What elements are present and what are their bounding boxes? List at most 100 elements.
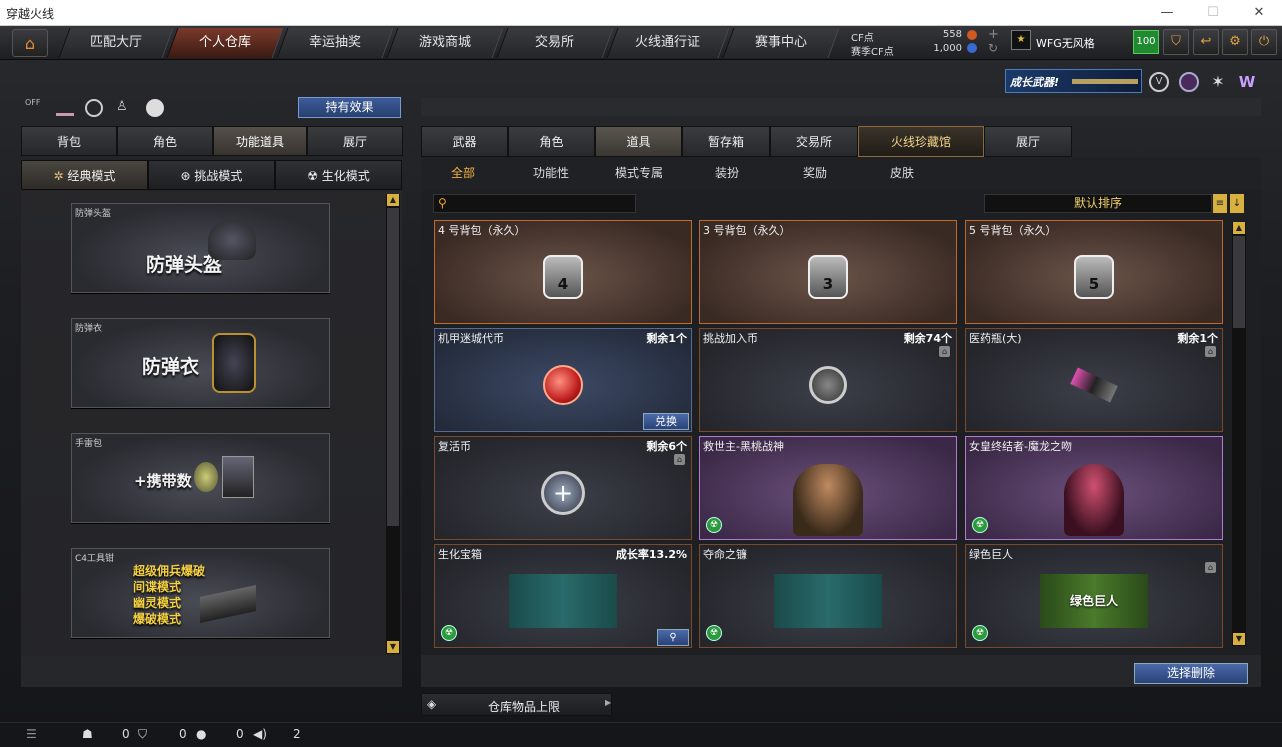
left-footer	[21, 656, 402, 687]
item-bag-3[interactable]: 3 号背包（永久） 3	[699, 220, 957, 324]
grenade-pack-card[interactable]: 手雷包 +携带数	[71, 433, 330, 523]
subtab-all[interactable]: 全部	[451, 164, 475, 182]
nav-tab-game-store[interactable]: 游戏商城	[386, 28, 504, 58]
right-tab-characters[interactable]: 角色	[508, 126, 595, 157]
nav-tab-lucky-draw[interactable]: 幸运抽奖	[276, 28, 394, 58]
friends-icon[interactable]: ☗	[82, 727, 93, 741]
minimize-button[interactable]: —	[1144, 0, 1190, 26]
list-icon[interactable]: ≡	[1213, 194, 1227, 213]
grenade-icon[interactable]	[146, 99, 164, 117]
right-tab-weapons[interactable]: 武器	[421, 126, 508, 157]
close-button[interactable]: ✕	[1236, 0, 1282, 26]
subtab-rewards[interactable]: 奖励	[803, 164, 827, 182]
holding-effects-button[interactable]: 持有效果	[298, 97, 401, 118]
left-tab-backpack[interactable]: 背包	[21, 126, 117, 156]
top-nav: ⌂ 匹配大厅 个人仓库 幸运抽奖 游戏商城 交易所 火线通行证 赛事中心 CF点…	[0, 26, 1282, 60]
season-coin-icon	[967, 43, 977, 53]
person-icon[interactable]: ♙	[116, 99, 132, 115]
subtab-mode-exclusive[interactable]: 模式专属	[615, 164, 663, 182]
add-icon[interactable]: +	[988, 27, 999, 42]
maximize-button[interactable]: ☐	[1190, 0, 1236, 26]
search-input[interactable]	[454, 196, 632, 211]
badge-v-icon[interactable]: V	[1149, 72, 1169, 92]
clan-count: 0	[179, 727, 187, 741]
off-toggle-icon[interactable]: OFF	[25, 98, 45, 118]
subtab-skins[interactable]: 皮肤	[890, 164, 914, 182]
select-delete-button[interactable]: 选择删除	[1134, 663, 1248, 684]
left-tab-functional-items[interactable]: 功能道具	[213, 126, 307, 156]
nav-tab-match-lobby[interactable]: 匹配大厅	[58, 28, 174, 58]
character-portrait-icon	[793, 464, 863, 537]
scroll-down-icon[interactable]: ▼	[387, 641, 399, 653]
item-death-scythe[interactable]: 夺命之镰 ☢	[699, 544, 957, 648]
item-empress-terminator[interactable]: 女皇终结者-魔龙之吻 ☢	[965, 436, 1223, 540]
item-bio-chest[interactable]: 生化宝箱 成长率13.2% ☢ ⚲	[434, 544, 692, 648]
item-bag-4[interactable]: 4 号背包（永久） 4	[434, 220, 692, 324]
item-bag-5[interactable]: 5 号背包（永久） 5	[965, 220, 1223, 324]
shield-icon[interactable]: ⛉	[1163, 29, 1189, 55]
item-challenge-coin[interactable]: 挑战加入币 剩余74个 ⌂	[699, 328, 957, 432]
gear-icon[interactable]: ⚙	[1222, 29, 1248, 55]
star-icon[interactable]: ✶	[1208, 72, 1228, 92]
stats-icon[interactable]	[56, 100, 74, 116]
item-revive-coin[interactable]: 复活币 剩余6个 ⌂ +	[434, 436, 692, 540]
subtab-dress-up[interactable]: 装扮	[715, 164, 739, 182]
character-portrait-icon	[1064, 464, 1124, 537]
subtab-functional[interactable]: 功能性	[533, 164, 569, 182]
nav-tab-personal-warehouse[interactable]: 个人仓库	[166, 28, 284, 58]
home-button[interactable]: ⌂	[12, 29, 48, 57]
item-green-giant[interactable]: 绿色巨人 ⌂ 绿色巨人 ☢	[965, 544, 1223, 648]
exchange-button[interactable]: 兑换	[643, 413, 689, 430]
refresh-icon[interactable]: ↻	[988, 41, 998, 55]
preview-button[interactable]: ⚲	[657, 629, 689, 646]
bio-icon: ☢	[972, 625, 988, 641]
chat-icon[interactable]: ●	[196, 727, 206, 741]
scroll-up-icon[interactable]: ▲	[387, 194, 399, 206]
right-tab-temp-storage[interactable]: 暂存箱	[682, 126, 770, 157]
vest-card[interactable]: 防弹衣 防弹衣	[71, 318, 330, 408]
sort-down-icon[interactable]: ↓	[1230, 194, 1244, 213]
back-icon[interactable]: ↩	[1193, 29, 1219, 55]
nav-tab-battle-pass[interactable]: 火线通行证	[606, 28, 730, 58]
menu-icon[interactable]: ☰	[26, 727, 37, 741]
cycle-icon[interactable]	[85, 99, 103, 117]
magnifier-icon: ⚲	[669, 632, 677, 643]
nav-tab-tournament[interactable]: 赛事中心	[722, 28, 840, 58]
w-logo-icon[interactable]: W	[1237, 72, 1257, 92]
storage-limit-bar[interactable]: ◈ 仓库物品上限 ▶	[421, 693, 612, 716]
cf-value: 558	[942, 29, 962, 40]
cf-label: CF点	[851, 33, 874, 44]
right-tab-collection-hall[interactable]: 火线珍藏馆	[858, 126, 984, 157]
c4-tool-card[interactable]: C4工具钳 超级佣兵爆破 间谍模式 幽灵模式 爆破模式	[71, 548, 330, 638]
left-tab-character[interactable]: 角色	[117, 126, 213, 156]
right-tab-exchange[interactable]: 交易所	[770, 126, 858, 157]
left-scrollbar[interactable]: ▲ ▼	[386, 194, 400, 654]
right-tab-items[interactable]: 道具	[595, 126, 682, 157]
search-box[interactable]: ⚲	[433, 194, 636, 213]
scroll-thumb[interactable]	[1233, 236, 1245, 328]
item-medkit-large[interactable]: 医药瓶(大) 剩余1个 ⌂	[965, 328, 1223, 432]
helmet-card[interactable]: 防弹头盔 防弹头盔	[71, 203, 330, 293]
mode-classic[interactable]: ✲ 经典模式	[21, 160, 148, 190]
growth-weapon-banner[interactable]: 成长武器!	[1005, 69, 1142, 93]
home-icon: ⌂	[24, 34, 36, 53]
right-tab-showroom[interactable]: 展厅	[984, 126, 1072, 157]
left-tab-showroom[interactable]: 展厅	[307, 126, 403, 156]
clan-icon[interactable]: ⛉	[138, 727, 147, 742]
item-mecha-token[interactable]: 机甲迷城代币 剩余1个 兑换	[434, 328, 692, 432]
item-savior-character[interactable]: 救世主-黑桃战神 ☢	[699, 436, 957, 540]
mode-biochem[interactable]: ☢ 生化模式	[275, 160, 402, 190]
power-icon[interactable]: ⏻	[1251, 29, 1277, 55]
scroll-thumb[interactable]	[387, 208, 399, 526]
scroll-up-icon[interactable]: ▲	[1233, 222, 1245, 234]
sort-dropdown[interactable]: 默认排序	[984, 194, 1212, 213]
right-scrollbar[interactable]: ▲ ▼	[1232, 222, 1246, 646]
helmet-icon	[208, 220, 256, 260]
nav-tab-exchange[interactable]: 交易所	[496, 28, 614, 58]
globe-icon[interactable]	[1179, 72, 1199, 92]
arrow-right-icon: ▶	[605, 698, 612, 707]
bio-icon: ☢	[441, 625, 457, 641]
mode-challenge[interactable]: ⊛ 挑战模式	[148, 160, 275, 190]
scroll-down-icon[interactable]: ▼	[1233, 633, 1245, 645]
speaker-icon[interactable]: ◀)	[253, 727, 267, 741]
